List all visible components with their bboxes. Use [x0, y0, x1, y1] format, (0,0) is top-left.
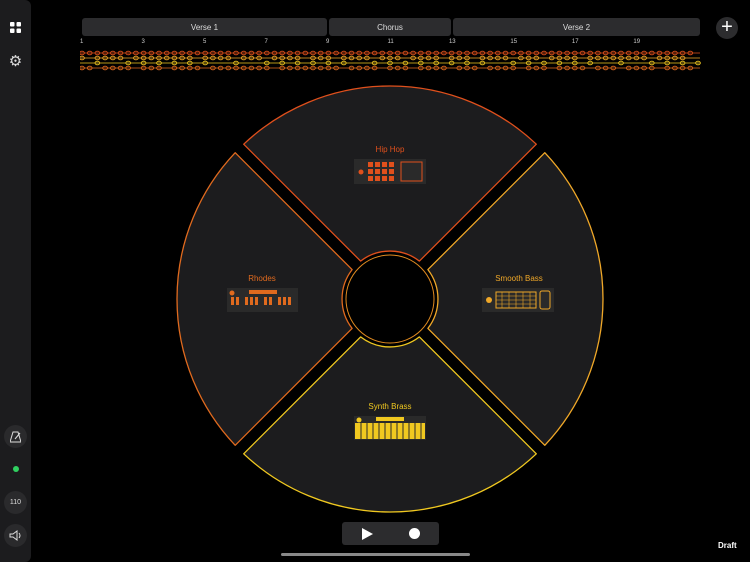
record-icon[interactable] — [409, 528, 420, 539]
center-button[interactable] — [345, 254, 435, 344]
play-icon[interactable] — [362, 528, 373, 540]
keyboard-icon — [227, 288, 298, 312]
track-label-synth-brass: Synth Brass — [368, 402, 412, 411]
track-label-smooth-bass: Smooth Bass — [495, 274, 543, 283]
bass-fretboard-icon — [482, 288, 554, 312]
track-wheel — [176, 85, 604, 513]
status-label: Draft — [718, 541, 737, 550]
transport-bar — [342, 522, 439, 545]
drum-pad-icon — [354, 159, 426, 184]
home-indicator — [281, 553, 470, 556]
track-label-hip-hop: Hip Hop — [375, 145, 405, 154]
brass-keyboard-icon — [354, 416, 426, 440]
track-label-rhodes: Rhodes — [248, 274, 276, 283]
